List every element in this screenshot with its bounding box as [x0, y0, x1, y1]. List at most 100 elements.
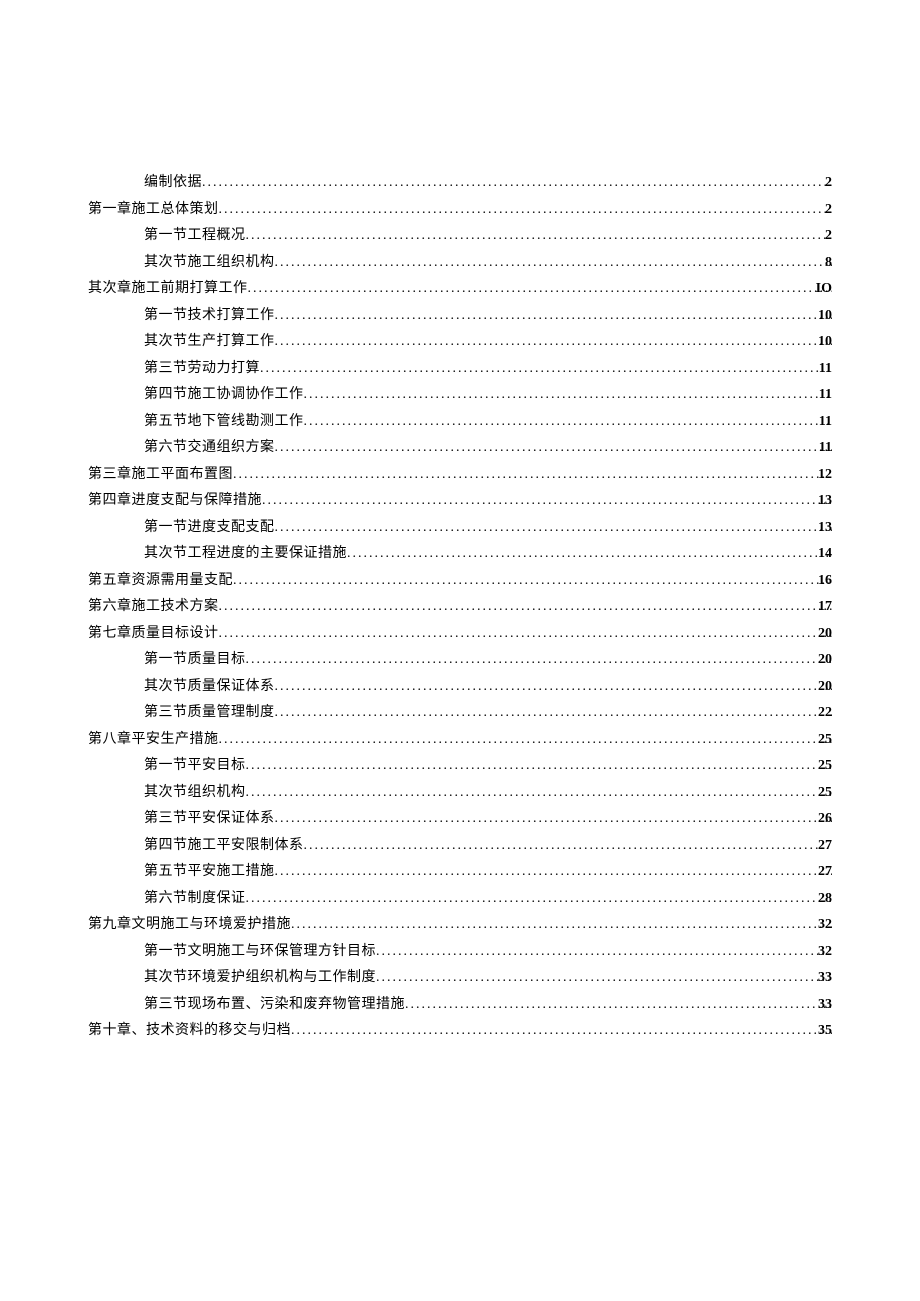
toc-entry-title: 第一节质量目标: [144, 652, 246, 667]
toc-entry: 14其次节工程进度的主要保证措施........................…: [88, 541, 832, 568]
toc-entry-title: 第五节平安施工措施: [144, 864, 275, 879]
toc-entry-title: 第一节工程概况: [144, 228, 246, 243]
toc-leader-dots: ........................................…: [202, 175, 832, 190]
toc-leader-dots: ........................................…: [246, 785, 833, 800]
toc-entry-title: 编制依据: [144, 175, 202, 190]
toc-entry: 13第一节进度支配支配.............................…: [88, 515, 832, 542]
toc-entry-title: 第十章、技术资料的移交与归档: [88, 1023, 291, 1038]
toc-entry: 10其次节生产打算工作.............................…: [88, 329, 832, 356]
toc-entry: 11第五节地下管线勘测工作...........................…: [88, 409, 832, 436]
toc-entry: 16第五章资源需用量支配............................…: [88, 568, 832, 595]
toc-leader-dots: ........................................…: [260, 361, 832, 376]
toc-entry-title: 第一章施工总体策划: [88, 202, 219, 217]
toc-entry: 20其次节质量保证体系.............................…: [88, 674, 832, 701]
toc-leader-dots: ........................................…: [246, 891, 833, 906]
toc-entry-title: 第一节平安目标: [144, 758, 246, 773]
toc-entry: 12第三章施工平面布置图............................…: [88, 462, 832, 489]
toc-entry: 17第六章施工技术方案.............................…: [88, 594, 832, 621]
toc-leader-dots: ........................................…: [275, 334, 833, 349]
toc-entry-title: 其次节施工组织机构: [144, 255, 275, 270]
toc-leader-dots: ........................................…: [248, 281, 833, 296]
toc-entry-title: 第八章平安生产措施: [88, 732, 219, 747]
toc-entry: 2第一章施工总体策划..............................…: [88, 197, 832, 224]
toc-entry: 2编制依据...................................…: [88, 170, 832, 197]
toc-leader-dots: ........................................…: [219, 732, 833, 747]
toc-leader-dots: ........................................…: [219, 202, 833, 217]
toc-entry: 8其次节施工组织机构..............................…: [88, 250, 832, 277]
toc-entry-title: 第一节进度支配支配: [144, 520, 275, 535]
toc-entry: 27第四节施工平安限制体系...........................…: [88, 833, 832, 860]
toc-leader-dots: ........................................…: [376, 944, 832, 959]
toc-leader-dots: ........................................…: [275, 705, 833, 720]
toc-entry-title: 第三节质量管理制度: [144, 705, 275, 720]
toc-leader-dots: ........................................…: [275, 864, 833, 879]
toc-entry-title: 其次节环境爱护组织机构与工作制度: [144, 970, 376, 985]
toc-entry-title: 其次节组织机构: [144, 785, 246, 800]
toc-entry-title: 第三节现场布置、污染和废弃物管理措施: [144, 997, 405, 1012]
toc-leader-dots: ........................................…: [219, 626, 833, 641]
toc-entry-title: 第一节技术打算工作: [144, 308, 275, 323]
toc-entry-title: 第六节制度保证: [144, 891, 246, 906]
toc-entry-title: 第一节文明施工与环保管理方针目标: [144, 944, 376, 959]
toc-entry: 11第三节劳动力打算..............................…: [88, 356, 832, 383]
toc-leader-dots: ........................................…: [246, 758, 833, 773]
document-page: 2编制依据...................................…: [0, 0, 920, 1301]
toc-entry: 25第八章平安生产措施.............................…: [88, 727, 832, 754]
toc-entry-title: 其次章施工前期打算工作: [88, 281, 248, 296]
toc-entry-title: 第三节劳动力打算: [144, 361, 260, 376]
toc-entry: 25其次节组织机构...............................…: [88, 780, 832, 807]
toc-leader-dots: ........................................…: [376, 970, 832, 985]
toc-entry-title: 第四节施工平安限制体系: [144, 838, 304, 853]
toc-leader-dots: ........................................…: [304, 838, 833, 853]
toc-entry: 22第三节质量管理制度.............................…: [88, 700, 832, 727]
toc-entry: 33第三节现场布置、污染和废弃物管理措施....................…: [88, 992, 832, 1019]
toc-leader-dots: ........................................…: [347, 546, 832, 561]
toc-leader-dots: ........................................…: [291, 1023, 832, 1038]
toc-entry-title: 其次节工程进度的主要保证措施: [144, 546, 347, 561]
toc-entry-title: 第五节地下管线勘测工作: [144, 414, 304, 429]
toc-leader-dots: ........................................…: [246, 228, 833, 243]
table-of-contents: 2编制依据...................................…: [88, 170, 832, 1045]
toc-entry-title: 第六章施工技术方案: [88, 599, 219, 614]
toc-entry: 28第六节制度保证...............................…: [88, 886, 832, 913]
toc-entry-title: 第三节平安保证体系: [144, 811, 275, 826]
toc-leader-dots: ........................................…: [275, 255, 833, 270]
toc-entry-title: 第七章质量目标设计: [88, 626, 219, 641]
toc-leader-dots: ........................................…: [275, 308, 833, 323]
toc-leader-dots: ........................................…: [262, 493, 832, 508]
toc-leader-dots: ........................................…: [275, 811, 833, 826]
toc-entry: 27第五节平安施工措施.............................…: [88, 859, 832, 886]
toc-entry: 20第一节质量目标...............................…: [88, 647, 832, 674]
toc-entry-title: 第九章文明施工与环境爱护措施: [88, 917, 291, 932]
toc-leader-dots: ........................................…: [304, 414, 833, 429]
toc-leader-dots: ........................................…: [405, 997, 832, 1012]
toc-entry-title: 第六节交通组织方案: [144, 440, 275, 455]
toc-entry: 2第一节工程概况................................…: [88, 223, 832, 250]
toc-entry-title: 其次节质量保证体系: [144, 679, 275, 694]
toc-leader-dots: ........................................…: [233, 467, 832, 482]
toc-leader-dots: ........................................…: [219, 599, 833, 614]
toc-entry: 32第一节文明施工与环保管理方针目标......................…: [88, 939, 832, 966]
toc-leader-dots: ........................................…: [304, 387, 833, 402]
toc-entry: 35第十章、技术资料的移交与归档........................…: [88, 1018, 832, 1045]
toc-entry: 11第六节交通组织方案.............................…: [88, 435, 832, 462]
toc-entry: 33其次节环境爱护组织机构与工作制度......................…: [88, 965, 832, 992]
toc-entry-title: 第三章施工平面布置图: [88, 467, 233, 482]
toc-entry: 13第四章进度支配与保障措施..........................…: [88, 488, 832, 515]
toc-entry: 25第一节平安目标...............................…: [88, 753, 832, 780]
toc-leader-dots: ........................................…: [233, 573, 832, 588]
toc-entry: IO其次章施工前期打算工作...........................…: [88, 276, 832, 303]
toc-entry: 32第九章文明施工与环境爱护措施........................…: [88, 912, 832, 939]
toc-leader-dots: ........................................…: [275, 440, 833, 455]
toc-leader-dots: ........................................…: [291, 917, 832, 932]
toc-entry-title: 第四章进度支配与保障措施: [88, 493, 262, 508]
toc-entry-title: 第五章资源需用量支配: [88, 573, 233, 588]
toc-leader-dots: ........................................…: [275, 520, 833, 535]
toc-leader-dots: ........................................…: [246, 652, 833, 667]
toc-entry-title: 其次节生产打算工作: [144, 334, 275, 349]
toc-entry: 11第四节施工协调协作工作...........................…: [88, 382, 832, 409]
toc-entry: 26第三节平安保证体系.............................…: [88, 806, 832, 833]
toc-entry: 10第一节技术打算工作.............................…: [88, 303, 832, 330]
toc-entry: 20第七章质量目标设计.............................…: [88, 621, 832, 648]
toc-leader-dots: ........................................…: [275, 679, 833, 694]
